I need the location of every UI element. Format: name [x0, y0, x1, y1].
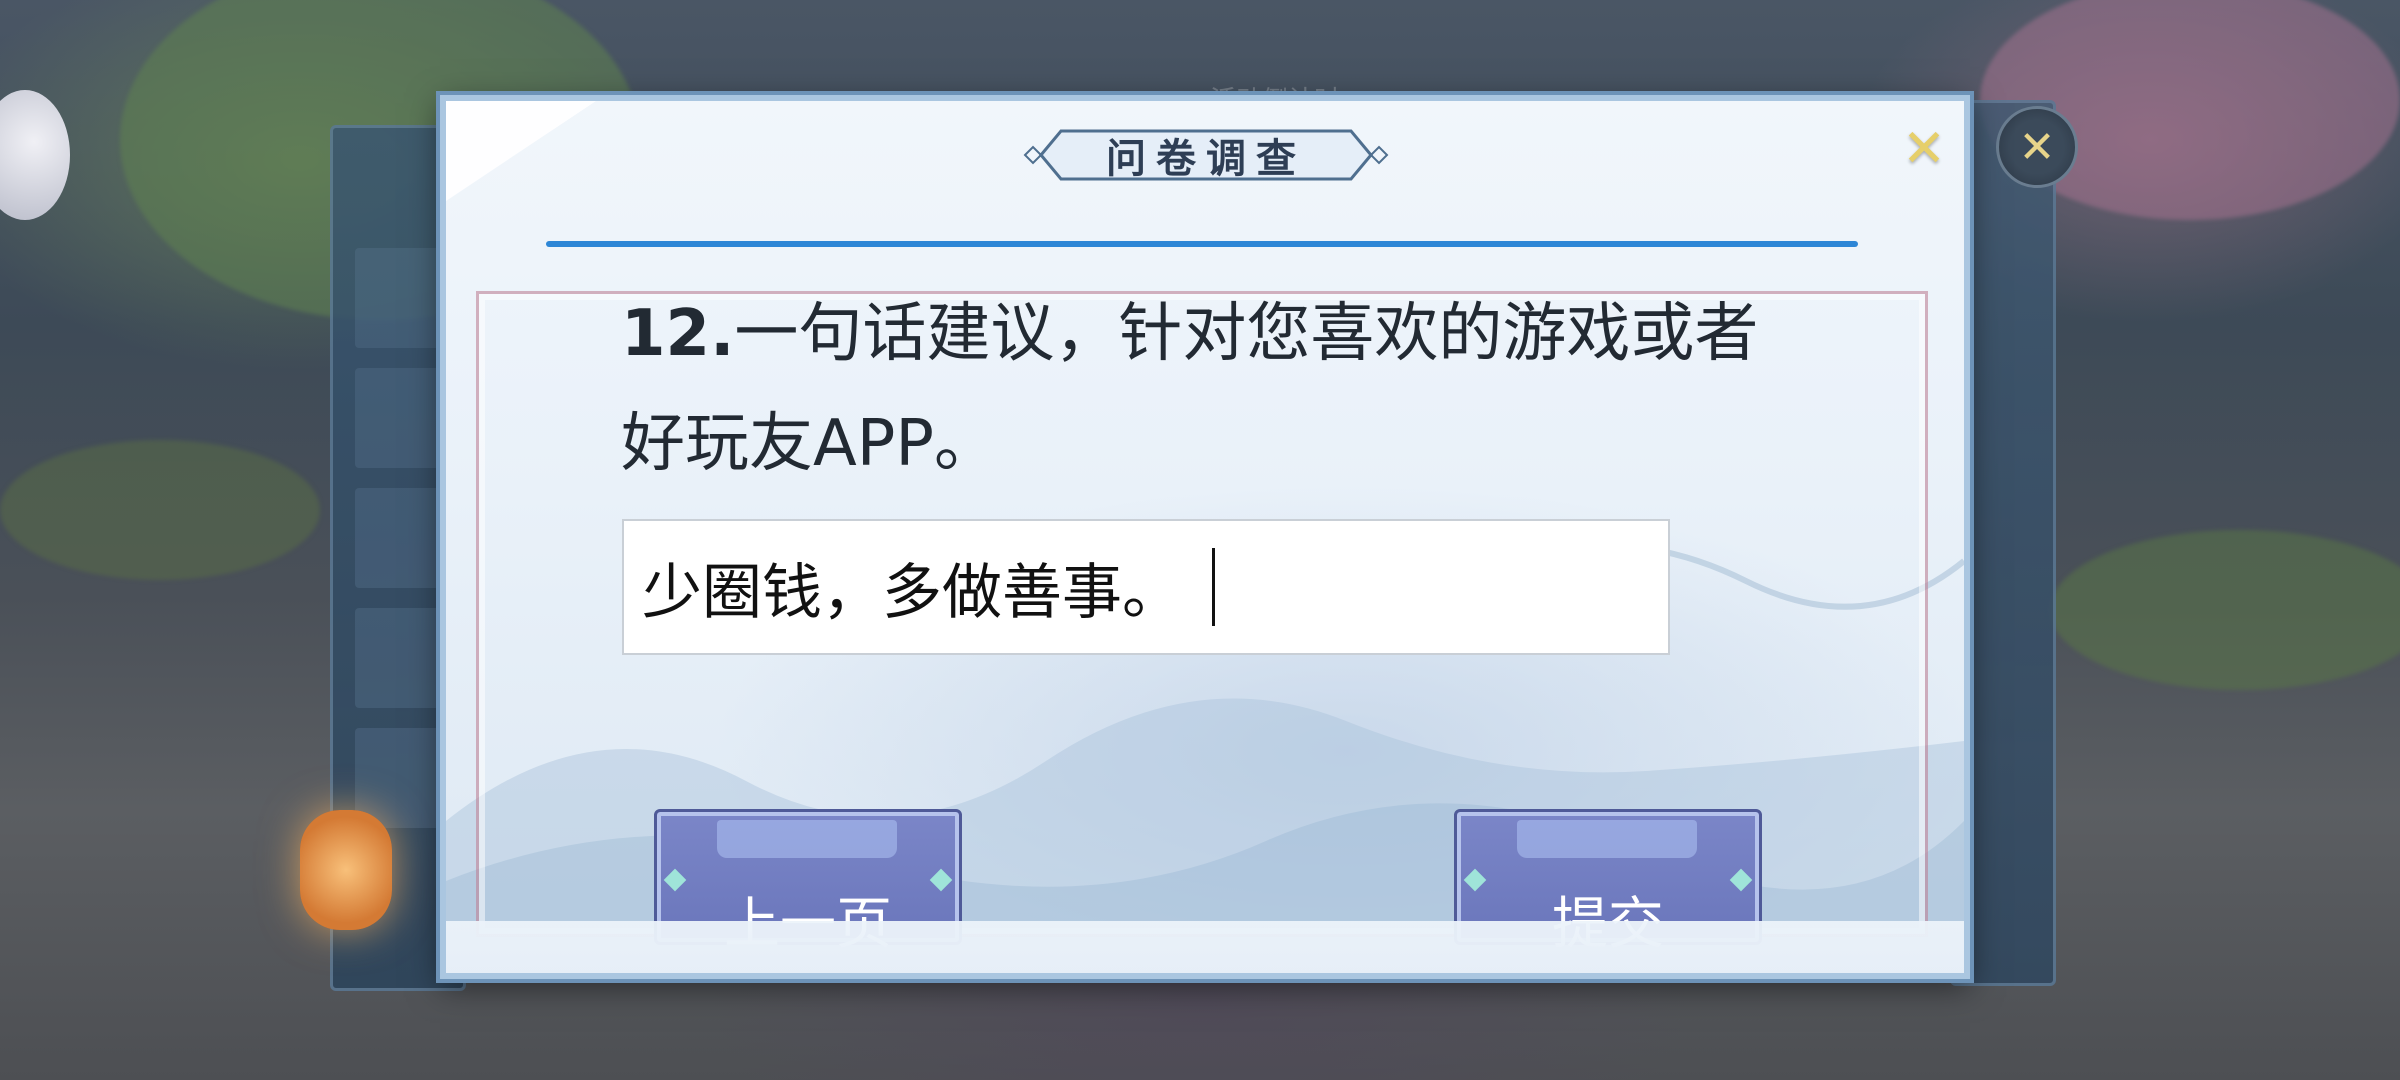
question-body: 一句话建议，针对您喜欢的游戏或者好玩友APP。	[621, 297, 1759, 481]
dialog-title: 问卷调查	[1106, 135, 1306, 182]
hedge-right	[2050, 530, 2400, 690]
lantern-icon	[300, 810, 392, 930]
answer-input[interactable]: 少圈钱，多做善事。	[622, 519, 1670, 655]
survey-dialog: 问卷调查 ✕ 12.一句话建议，针对您喜欢的游戏或者好玩友APP。 少圈钱，多做…	[440, 95, 1970, 979]
question-number: 12.	[621, 297, 735, 371]
background-close-icon[interactable]: ✕	[1996, 106, 2078, 188]
corner-decoration	[446, 101, 596, 201]
close-icon[interactable]: ✕	[1896, 119, 1952, 179]
hedge-left	[0, 440, 320, 580]
dialog-bottom-edge	[446, 921, 1964, 973]
skill-orb-icon[interactable]	[0, 90, 70, 220]
progress-bar	[546, 241, 1858, 247]
question-text: 12.一句话建议，针对您喜欢的游戏或者好玩友APP。	[621, 279, 1771, 499]
game-scene: 活动倒计时 ✕ 问卷调查 ✕ 12.一句话建议，针对您喜欢的游	[0, 0, 2400, 1080]
answer-value: 少圈钱，多做善事。	[642, 557, 1182, 628]
text-caret	[1212, 548, 1215, 626]
title-plate: 问卷调查	[1021, 125, 1391, 185]
